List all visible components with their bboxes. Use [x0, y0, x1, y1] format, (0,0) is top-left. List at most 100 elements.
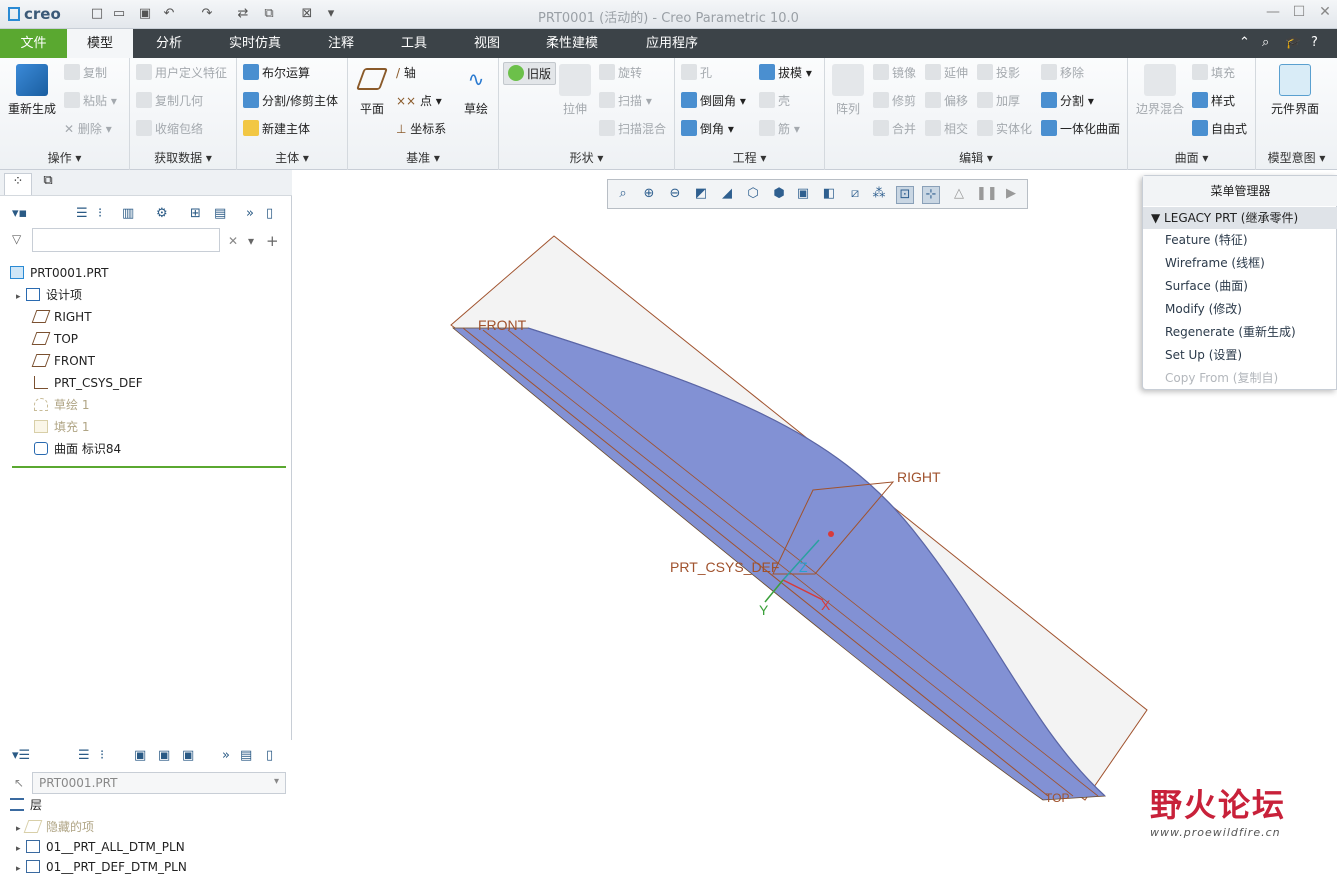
- section-icon[interactable]: ◧: [820, 186, 838, 204]
- copy-geometry-button[interactable]: 复制几何: [136, 92, 203, 109]
- layer-item-hidden[interactable]: ▸ 隐藏的项: [16, 816, 94, 838]
- tree-columns-icon[interactable]: ▤: [214, 206, 226, 221]
- trim-button[interactable]: 修剪: [873, 92, 916, 109]
- view-manager-icon[interactable]: ⬢: [770, 186, 788, 204]
- udf-button[interactable]: 用户定义特征: [136, 64, 227, 81]
- tree-filter-icon[interactable]: ⊞: [190, 206, 201, 221]
- tree-search-input[interactable]: [32, 228, 220, 252]
- layer-settings-icon[interactable]: ▤: [240, 748, 252, 763]
- repaint-icon[interactable]: ◩: [692, 186, 710, 204]
- layer-collapse-icon[interactable]: ⁝: [100, 748, 104, 763]
- style-button[interactable]: 样式: [1192, 92, 1235, 109]
- close-icon[interactable]: ✕: [1312, 4, 1337, 24]
- offset-button[interactable]: 偏移: [925, 92, 968, 109]
- tree-item-design-items[interactable]: ▸ 设计项: [16, 284, 82, 306]
- add-filter-icon[interactable]: +: [266, 232, 279, 250]
- insert-here-marker[interactable]: [12, 466, 286, 468]
- csys-display-icon[interactable]: ⊹: [922, 186, 940, 204]
- thicken-button[interactable]: 加厚: [977, 92, 1020, 109]
- menu-item-surface[interactable]: Surface (曲面): [1165, 275, 1248, 297]
- intersect-button[interactable]: 相交: [925, 120, 968, 137]
- tab-tools[interactable]: 工具: [386, 29, 442, 58]
- point-button[interactable]: ×× 点 ▾: [396, 92, 442, 109]
- boundary-blend-button[interactable]: 边界混合: [1132, 64, 1188, 117]
- clear-filter-icon[interactable]: ✕: [228, 234, 238, 248]
- model-display-icon[interactable]: ▾▪: [12, 206, 27, 221]
- tree-item-front[interactable]: FRONT: [31, 350, 95, 372]
- group-label-shapes[interactable]: 形状 ▾: [499, 149, 674, 166]
- settings-icon[interactable]: ⚙: [156, 206, 168, 221]
- tab-flexible-modeling[interactable]: 柔性建模: [532, 29, 612, 58]
- group-label-engineering[interactable]: 工程 ▾: [675, 149, 824, 166]
- tab-file[interactable]: 文件: [0, 29, 67, 58]
- filter-dropdown-icon[interactable]: ▾: [248, 234, 254, 248]
- tree-item-csys[interactable]: PRT_CSYS_DEF: [34, 372, 143, 394]
- annotation-display-icon[interactable]: ⁂: [870, 186, 888, 204]
- layer-model-select[interactable]: PRT0001.PRT: [32, 772, 286, 794]
- rib-button[interactable]: 筋 ▾: [759, 120, 800, 137]
- regenerate-button[interactable]: 重新生成: [4, 64, 60, 117]
- triangle-icon[interactable]: △: [950, 186, 968, 204]
- tree-item-sketch[interactable]: 草绘 1: [34, 394, 89, 416]
- tree-item-surface[interactable]: 曲面 标识84: [34, 438, 121, 460]
- search-icon[interactable]: ⌕: [1262, 35, 1269, 50]
- menu-item-modify[interactable]: Modify (修改): [1165, 298, 1242, 320]
- zoom-in-icon[interactable]: ⊕: [640, 186, 658, 204]
- arrow-end-icon[interactable]: ▶: [1002, 186, 1020, 204]
- menu-item-setup[interactable]: Set Up (设置): [1165, 344, 1242, 366]
- group-label-model-intent[interactable]: 模型意图 ▾: [1256, 149, 1337, 166]
- legacy-button[interactable]: 旧版: [503, 62, 557, 85]
- group-label-get-data[interactable]: 获取数据 ▾: [130, 149, 236, 166]
- split-trim-body-button[interactable]: 分割/修剪主体: [243, 92, 338, 109]
- menu-item-regenerate[interactable]: Regenerate (重新生成): [1165, 321, 1296, 343]
- notes-icon[interactable]: ▯: [266, 206, 273, 221]
- layer-show-icon[interactable]: ▣: [182, 748, 194, 763]
- menu-item-feature[interactable]: Feature (特征): [1165, 229, 1248, 251]
- tree-item-fill[interactable]: 填充 1: [34, 416, 89, 438]
- learning-icon[interactable]: 🎓: [1285, 35, 1301, 50]
- tab-annotate[interactable]: 注释: [310, 29, 372, 58]
- expand-icon[interactable]: ▸: [16, 858, 26, 880]
- saved-orientations-icon[interactable]: ⬡: [744, 186, 762, 204]
- chamfer-button[interactable]: 倒角 ▾: [681, 120, 734, 137]
- display-style-icon[interactable]: ◢: [718, 186, 736, 204]
- collapse-ribbon-icon[interactable]: ⌃: [1239, 35, 1250, 50]
- draft-button[interactable]: 拔模 ▾: [759, 64, 812, 81]
- shell-button[interactable]: 壳: [759, 92, 790, 109]
- fill-button[interactable]: 填充: [1192, 64, 1235, 81]
- group-label-operations[interactable]: 操作 ▾: [0, 149, 129, 166]
- remove-button[interactable]: 移除: [1041, 64, 1084, 81]
- menu-header-legacy-prt[interactable]: ▼ LEGACY PRT (继承零件): [1143, 207, 1337, 229]
- split-button[interactable]: 分割 ▾: [1041, 92, 1094, 109]
- sketch-button[interactable]: ∿ 草绘: [456, 64, 496, 117]
- layer-expand-icon[interactable]: ☰: [78, 748, 90, 763]
- datum-display-icon[interactable]: ⧄: [846, 186, 864, 204]
- tab-view[interactable]: 视图: [458, 29, 516, 58]
- group-label-body[interactable]: 主体 ▾: [237, 149, 347, 166]
- more-icon[interactable]: »: [246, 206, 254, 221]
- layer-root[interactable]: 层: [10, 794, 42, 816]
- tab-applications[interactable]: 应用程序: [630, 29, 714, 58]
- merge-button[interactable]: 合并: [873, 120, 916, 137]
- tab-live-simulation[interactable]: 实时仿真: [218, 29, 292, 58]
- hole-button[interactable]: 孔: [681, 64, 712, 81]
- round-button[interactable]: 倒圆角 ▾: [681, 92, 746, 109]
- select-dropdown-icon[interactable]: ▾: [274, 776, 279, 787]
- revolve-button[interactable]: 旋转: [599, 64, 642, 81]
- layer-hide-icon[interactable]: ▣: [158, 748, 170, 763]
- copy-button[interactable]: 复制: [64, 64, 107, 81]
- unify-surfaces-button[interactable]: 一体化曲面: [1041, 120, 1120, 137]
- boolean-button[interactable]: 布尔运算: [243, 64, 310, 81]
- group-label-surfaces[interactable]: 曲面 ▾: [1128, 149, 1255, 166]
- tree-item-top[interactable]: TOP: [31, 328, 78, 350]
- help-icon[interactable]: ?: [1311, 35, 1318, 50]
- swept-blend-button[interactable]: 扫描混合: [599, 120, 666, 137]
- plane-button[interactable]: 平面: [354, 64, 390, 117]
- minimize-icon[interactable]: —: [1260, 4, 1286, 24]
- freestyle-button[interactable]: 自由式: [1192, 120, 1247, 137]
- layer-more-icon[interactable]: »: [222, 748, 230, 763]
- expand-icon[interactable]: ▸: [16, 286, 26, 308]
- folder-browser-tab-icon[interactable]: ⧉: [34, 173, 62, 195]
- layer-item-def-dtm-pln[interactable]: ▸ 01__PRT_DEF_DTM_PLN: [16, 856, 187, 878]
- paste-button[interactable]: 粘贴 ▾: [64, 92, 117, 109]
